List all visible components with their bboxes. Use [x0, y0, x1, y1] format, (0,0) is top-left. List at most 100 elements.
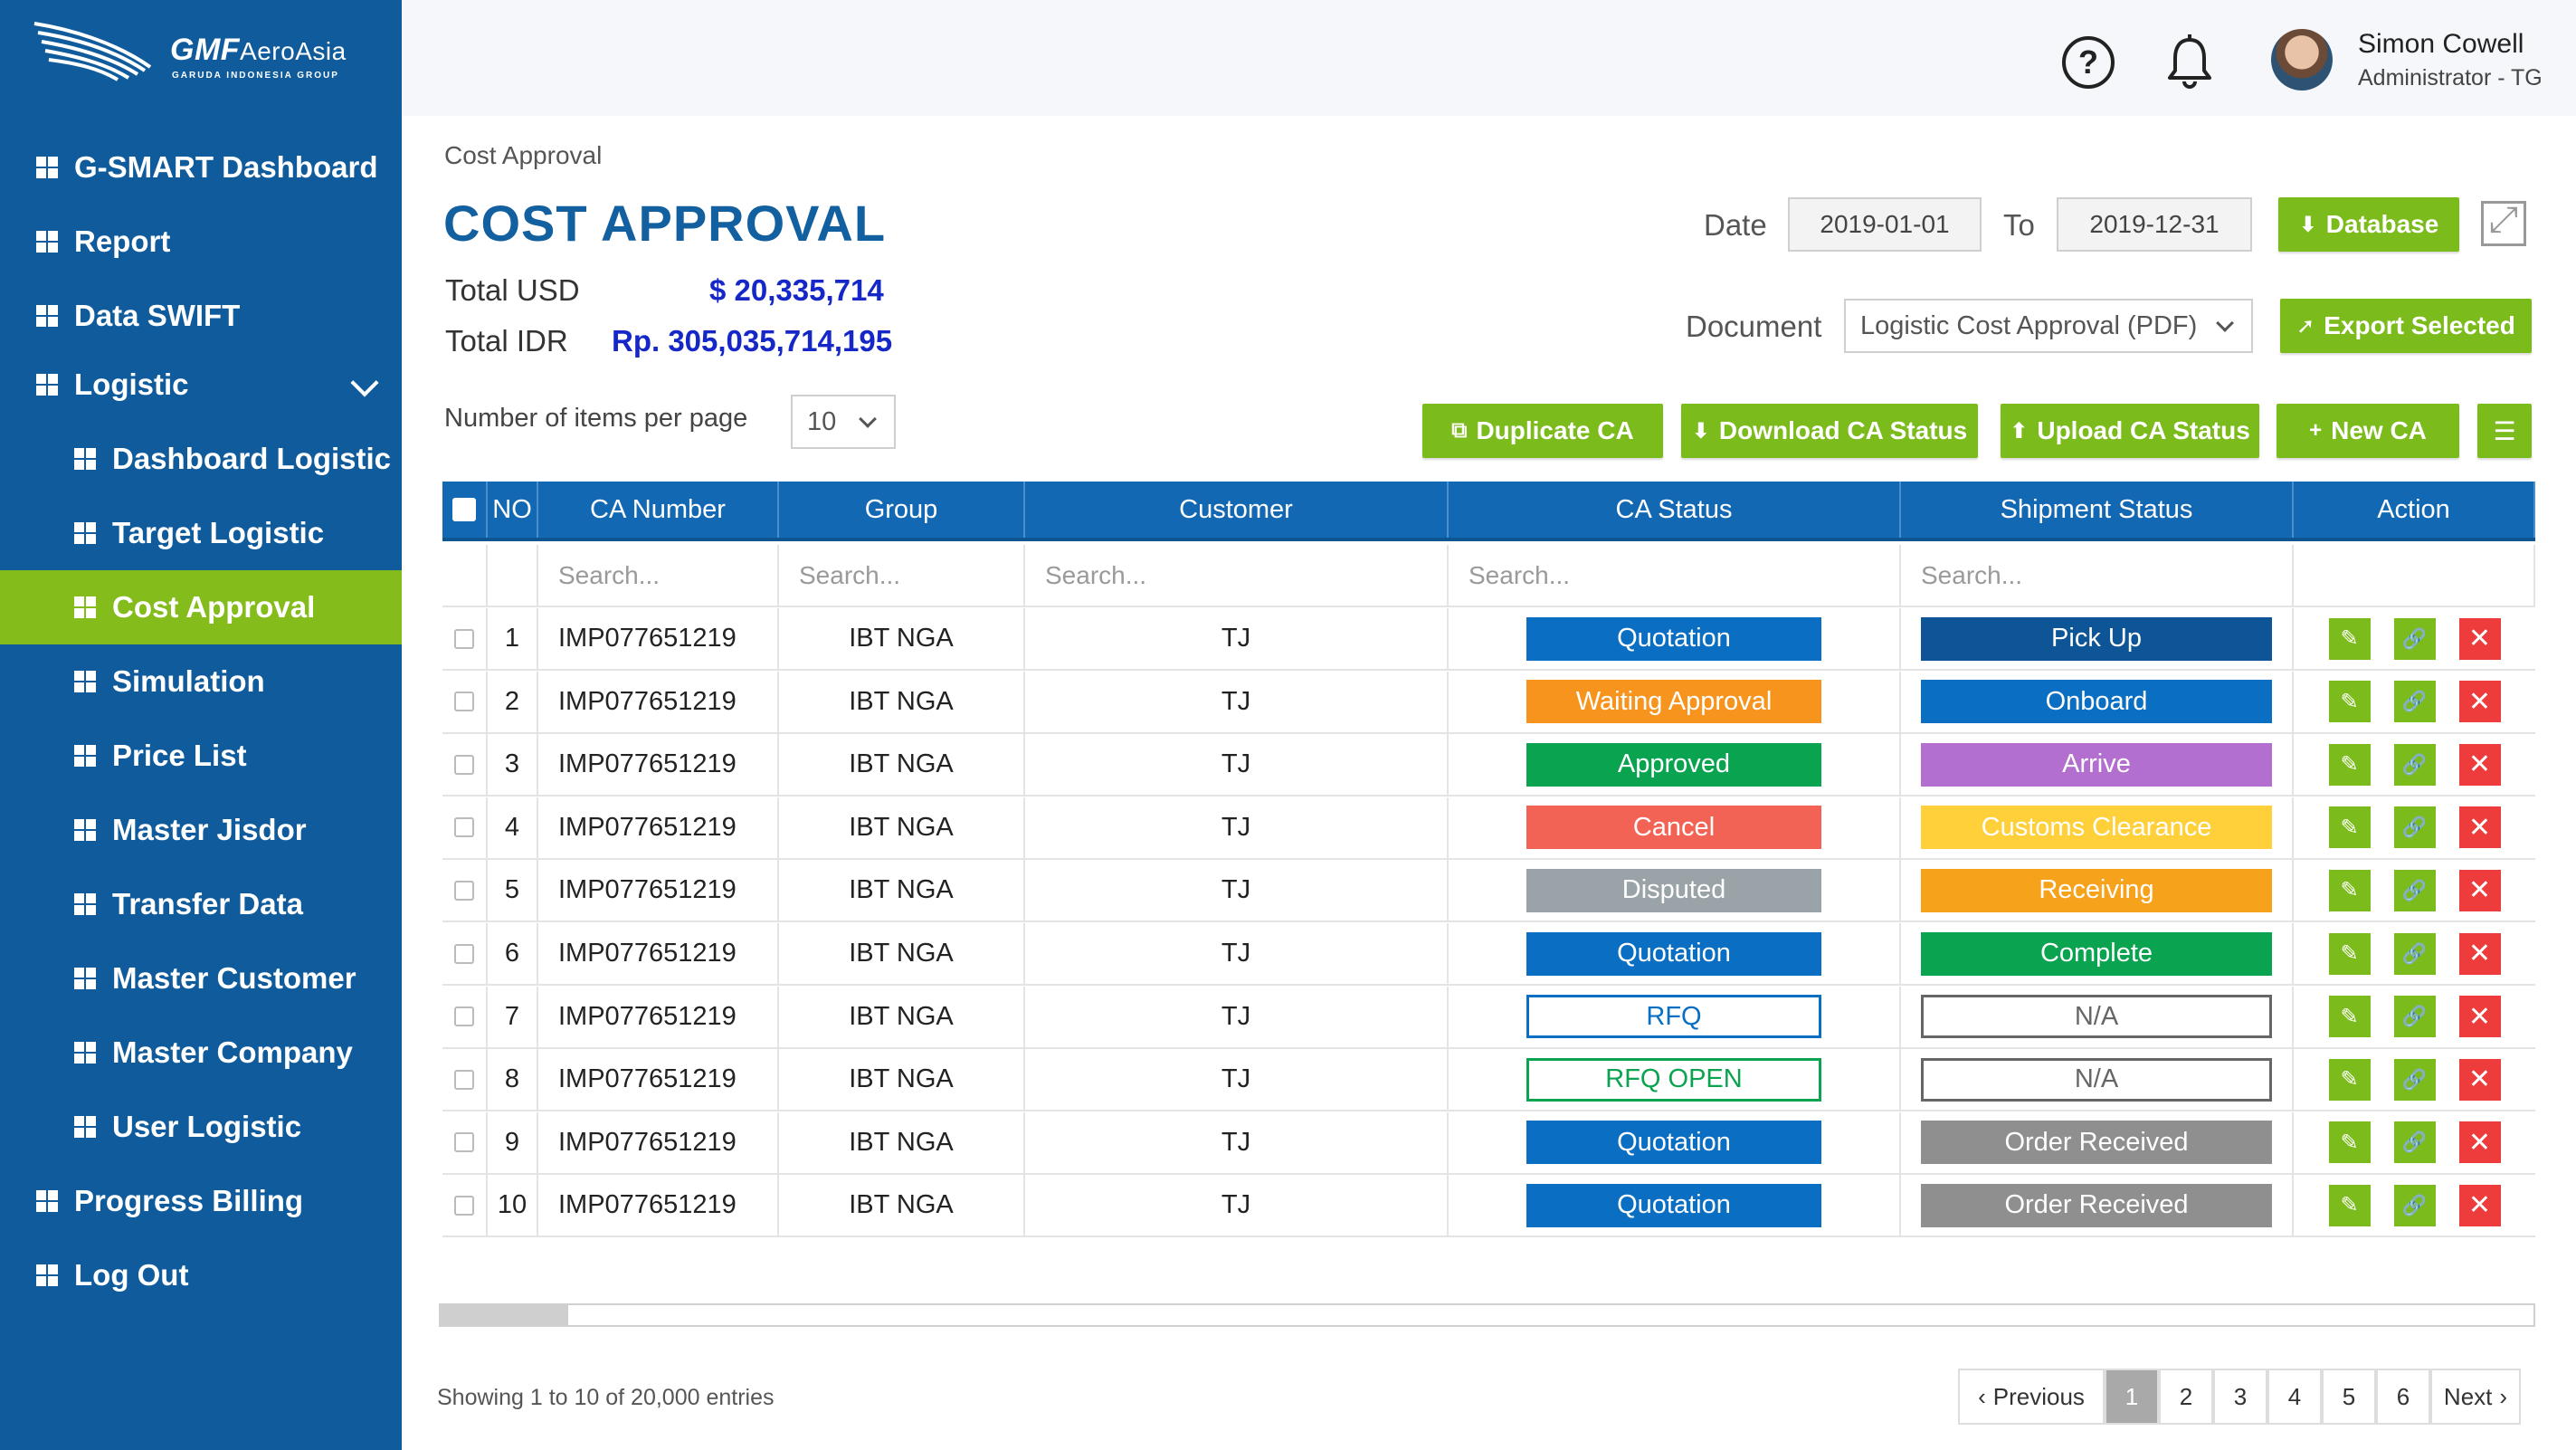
delete-icon[interactable]: ✕ — [2458, 1184, 2501, 1226]
link-icon[interactable]: 🔗 — [2393, 743, 2436, 786]
row-checkbox[interactable] — [454, 880, 474, 901]
page-button[interactable]: 6 — [2376, 1369, 2430, 1425]
ca-number[interactable]: IMP077651219 — [558, 749, 737, 779]
link-icon[interactable]: 🔗 — [2393, 932, 2436, 975]
edit-icon[interactable]: ✎ — [2328, 806, 2371, 849]
edit-icon[interactable]: ✎ — [2328, 932, 2371, 975]
delete-icon[interactable]: ✕ — [2458, 617, 2501, 660]
new-ca-button[interactable]: + New CA — [2277, 404, 2459, 458]
expand-icon[interactable] — [2481, 200, 2526, 246]
edit-icon[interactable]: ✎ — [2328, 681, 2371, 723]
delete-icon[interactable]: ✕ — [2458, 996, 2501, 1038]
sidebar-item-price-list[interactable]: Price List — [0, 719, 402, 793]
edit-icon[interactable]: ✎ — [2328, 869, 2371, 911]
document-select[interactable]: Logistic Cost Approval (PDF) — [1844, 299, 2253, 353]
ca-number[interactable]: IMP077651219 — [558, 687, 737, 717]
ca-number[interactable]: IMP077651219 — [558, 813, 737, 843]
sidebar-item-target-logistic[interactable]: Target Logistic — [0, 496, 402, 570]
row-checkbox[interactable] — [454, 628, 474, 649]
edit-icon[interactable]: ✎ — [2328, 617, 2371, 660]
link-icon[interactable]: 🔗 — [2393, 681, 2436, 723]
column-search-input[interactable]: Search... — [1469, 561, 1570, 590]
table-row[interactable]: 3 IMP077651219 IBT NGA TJ Approved Arrive ✎ 🔗 ✕ — [442, 734, 2535, 797]
delete-icon[interactable]: ✕ — [2458, 743, 2501, 786]
ca-number[interactable]: IMP077651219 — [558, 939, 737, 968]
database-button[interactable]: ⬇ Database — [2278, 197, 2459, 252]
select-all-checkbox[interactable] — [452, 498, 476, 521]
row-checkbox[interactable] — [454, 1195, 474, 1216]
table-row[interactable]: 1 IMP077651219 IBT NGA TJ Quotation Pick Up ✎ 🔗… — [442, 608, 2535, 671]
ca-number[interactable]: IMP077651219 — [558, 875, 737, 905]
table-row[interactable]: 8 IMP077651219 IBT NGA TJ RFQ OPEN N/A ✎ 🔗 ✕ — [442, 1049, 2535, 1112]
sidebar-item-master-jisdor[interactable]: Master Jisdor — [0, 793, 402, 867]
table-row[interactable]: 9 IMP077651219 IBT NGA TJ Quotation Order Rec… — [442, 1111, 2535, 1175]
upload-ca-status-button[interactable]: ⬆ Upload CA Status — [2001, 404, 2259, 458]
table-row[interactable]: 7 IMP077651219 IBT NGA TJ RFQ N/A ✎ 🔗 ✕ — [442, 986, 2535, 1049]
edit-icon[interactable]: ✎ — [2328, 1184, 2371, 1226]
table-row[interactable]: 6 IMP077651219 IBT NGA TJ Quotation Complete ✎… — [442, 923, 2535, 986]
sidebar-item-cost-approval[interactable]: Cost Approval — [0, 570, 402, 644]
sidebar-item-log-out[interactable]: Log Out — [0, 1238, 402, 1312]
table-row[interactable]: 5 IMP077651219 IBT NGA TJ Disputed Receiving ✎… — [442, 860, 2535, 923]
row-checkbox[interactable] — [454, 754, 474, 775]
delete-icon[interactable]: ✕ — [2458, 806, 2501, 849]
delete-icon[interactable]: ✕ — [2458, 932, 2501, 975]
column-search-input[interactable]: Search... — [558, 561, 660, 590]
scrollbar-thumb[interactable] — [441, 1305, 569, 1325]
column-toggle-button[interactable]: ☰ — [2477, 404, 2532, 458]
link-icon[interactable]: 🔗 — [2393, 1121, 2436, 1164]
next-page-button[interactable]: Next › — [2430, 1369, 2521, 1425]
edit-icon[interactable]: ✎ — [2328, 1121, 2371, 1164]
date-to-input[interactable]: 2019-12-31 — [2057, 197, 2252, 252]
table-row[interactable]: 2 IMP077651219 IBT NGA TJ Waiting Approval On… — [442, 671, 2535, 734]
column-header[interactable]: Shipment Status — [1901, 482, 2294, 538]
sidebar-item-dashboard-logistic[interactable]: Dashboard Logistic — [0, 422, 402, 496]
delete-icon[interactable]: ✕ — [2458, 1058, 2501, 1101]
column-header[interactable]: CA Number — [538, 482, 779, 538]
edit-icon[interactable]: ✎ — [2328, 1058, 2371, 1101]
ca-number[interactable]: IMP077651219 — [558, 1002, 737, 1032]
user-name[interactable]: Simon Cowell — [2358, 29, 2524, 60]
column-search-input[interactable]: Search... — [1045, 561, 1146, 590]
help-icon[interactable]: ? — [2062, 36, 2115, 89]
sidebar-item-g-smart-dashboard[interactable]: G-SMART Dashboard — [0, 130, 402, 205]
download-ca-status-button[interactable]: ⬇ Download CA Status — [1681, 404, 1978, 458]
horizontal-scrollbar[interactable] — [439, 1303, 2535, 1327]
previous-page-button[interactable]: ‹ Previous — [1958, 1369, 2105, 1425]
delete-icon[interactable]: ✕ — [2458, 681, 2501, 723]
sidebar-item-master-company[interactable]: Master Company — [0, 1016, 402, 1090]
sidebar-item-master-customer[interactable]: Master Customer — [0, 941, 402, 1016]
page-button[interactable]: 4 — [2267, 1369, 2322, 1425]
table-row[interactable]: 10 IMP077651219 IBT NGA TJ Quotation Order Re… — [442, 1175, 2535, 1238]
chevron-down-icon[interactable] — [350, 368, 379, 397]
row-checkbox[interactable] — [454, 1069, 474, 1090]
page-button[interactable]: 2 — [2159, 1369, 2213, 1425]
link-icon[interactable]: 🔗 — [2393, 996, 2436, 1038]
row-checkbox[interactable] — [454, 943, 474, 964]
page-button[interactable]: 5 — [2322, 1369, 2376, 1425]
column-header[interactable]: Action — [2294, 482, 2535, 538]
delete-icon[interactable]: ✕ — [2458, 869, 2501, 911]
sidebar-item-user-logistic[interactable]: User Logistic — [0, 1090, 402, 1164]
notification-bell-icon[interactable] — [2166, 34, 2213, 91]
column-header[interactable]: Customer — [1025, 482, 1449, 538]
ca-number[interactable]: IMP077651219 — [558, 1064, 737, 1094]
ca-number[interactable]: IMP077651219 — [558, 1128, 737, 1158]
column-header[interactable]: Group — [779, 482, 1025, 538]
row-checkbox[interactable] — [454, 817, 474, 838]
row-checkbox[interactable] — [454, 692, 474, 712]
duplicate-ca-button[interactable]: ⧉ Duplicate CA — [1422, 404, 1663, 458]
column-search-input[interactable]: Search... — [799, 561, 900, 590]
column-search-input[interactable]: Search... — [1921, 561, 2022, 590]
table-row[interactable]: 4 IMP077651219 IBT NGA TJ Cancel Customs Clea… — [442, 797, 2535, 860]
column-header[interactable]: NO — [488, 482, 538, 538]
edit-icon[interactable]: ✎ — [2328, 743, 2371, 786]
date-from-input[interactable]: 2019-01-01 — [1788, 197, 1982, 252]
column-header[interactable]: CA Status — [1449, 482, 1901, 538]
sidebar-item-transfer-data[interactable]: Transfer Data — [0, 867, 402, 941]
sidebar-item-simulation[interactable]: Simulation — [0, 644, 402, 719]
row-checkbox[interactable] — [454, 1132, 474, 1153]
per-page-select[interactable]: 10 — [791, 395, 896, 449]
sidebar-item-report[interactable]: Report — [0, 205, 402, 279]
sidebar-item-progress-billing[interactable]: Progress Billing — [0, 1164, 402, 1238]
